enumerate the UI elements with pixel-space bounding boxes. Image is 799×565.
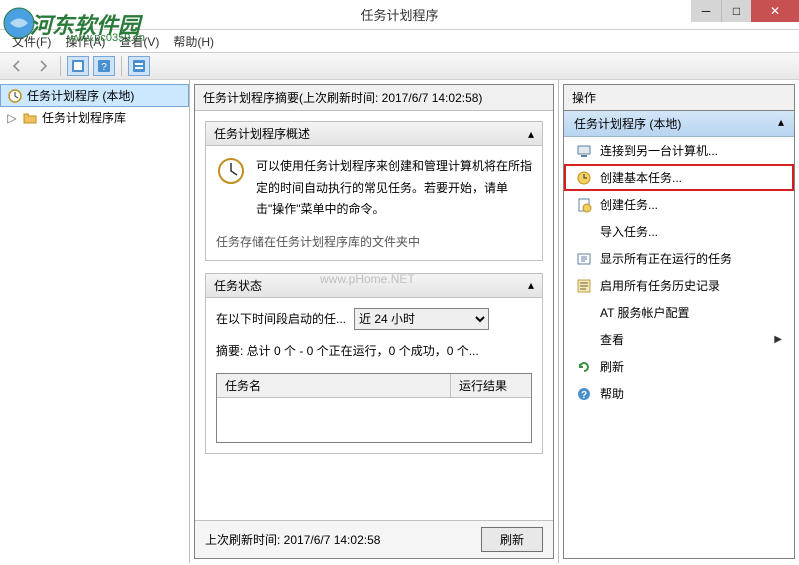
center-pane: 任务计划程序摘要(上次刷新时间: 2017/6/7 14:02:58) 任务计划… bbox=[190, 80, 559, 563]
clock-large-icon bbox=[216, 156, 246, 186]
chevron-up-icon[interactable]: ▴ bbox=[528, 278, 534, 292]
actions-group-title: 任务计划程序 (本地) ▴ bbox=[564, 111, 794, 137]
action-label: 刷新 bbox=[600, 358, 624, 375]
last-refresh-label: 上次刷新时间: 2017/6/7 14:02:58 bbox=[205, 531, 380, 548]
clock-icon bbox=[7, 88, 23, 104]
maximize-button[interactable]: □ bbox=[721, 0, 751, 22]
action-label: 查看 bbox=[600, 331, 624, 348]
view-icon bbox=[576, 332, 592, 348]
center-header: 任务计划程序摘要(上次刷新时间: 2017/6/7 14:02:58) bbox=[195, 85, 553, 111]
account-icon bbox=[576, 305, 592, 321]
menu-help[interactable]: 帮助(H) bbox=[173, 33, 214, 50]
action-label: 创建任务... bbox=[600, 196, 658, 213]
action-show-running[interactable]: 显示所有正在运行的任务 bbox=[564, 245, 794, 272]
window-title: 任务计划程序 bbox=[360, 5, 438, 24]
action-help[interactable]: ? 帮助 bbox=[564, 380, 794, 407]
tree-root[interactable]: 任务计划程序 (本地) bbox=[0, 84, 189, 107]
actions-header: 操作 bbox=[563, 84, 795, 110]
back-button[interactable] bbox=[6, 56, 28, 76]
folder-icon bbox=[22, 110, 38, 126]
task-icon bbox=[576, 197, 592, 213]
task-table: 任务名 运行结果 bbox=[216, 373, 532, 443]
refresh-icon bbox=[576, 359, 592, 375]
action-create-basic-task[interactable]: 创建基本任务... bbox=[564, 164, 794, 191]
action-import-task[interactable]: 导入任务... bbox=[564, 218, 794, 245]
chevron-right-icon: ▶ bbox=[774, 334, 782, 345]
action-refresh[interactable]: 刷新 bbox=[564, 353, 794, 380]
svg-text:?: ? bbox=[581, 390, 587, 401]
left-tree-pane: 任务计划程序 (本地) ▷ 任务计划程序库 bbox=[0, 80, 190, 563]
menu-view[interactable]: 查看(V) bbox=[119, 33, 159, 50]
overview-section: 任务计划程序概述 ▴ 可以使用任务计划程序来创建和管理计算机将在所指定的时间自动… bbox=[205, 121, 543, 261]
titlebar: 任务计划程序 ─ □ ✕ bbox=[0, 0, 799, 30]
action-label: 连接到另一台计算机... bbox=[600, 142, 718, 159]
col-task-name[interactable]: 任务名 bbox=[217, 374, 451, 397]
import-icon bbox=[576, 224, 592, 240]
toolbar: ? bbox=[0, 52, 799, 80]
action-enable-history[interactable]: 启用所有任务历史记录 bbox=[564, 272, 794, 299]
toolbar-btn-1[interactable] bbox=[67, 56, 89, 76]
action-at-account[interactable]: AT 服务帐户配置 bbox=[564, 299, 794, 326]
tree-library[interactable]: ▷ 任务计划程序库 bbox=[0, 107, 189, 128]
minimize-button[interactable]: ─ bbox=[691, 0, 721, 22]
status-summary: 摘要: 总计 0 个 - 0 个正在运行，0 个成功，0 个... bbox=[216, 342, 532, 359]
actions-pane: 操作 任务计划程序 (本地) ▴ 连接到另一台计算机... 创建基本任务... … bbox=[559, 80, 799, 563]
tree-library-label: 任务计划程序库 bbox=[42, 109, 126, 126]
period-select[interactable]: 近 24 小时 bbox=[354, 308, 489, 330]
menu-action[interactable]: 操作(A) bbox=[65, 33, 105, 50]
action-label: 显示所有正在运行的任务 bbox=[600, 250, 732, 267]
toolbar-btn-3[interactable] bbox=[128, 56, 150, 76]
svg-text:?: ? bbox=[101, 62, 107, 73]
history-icon bbox=[576, 278, 592, 294]
chevron-up-icon[interactable]: ▴ bbox=[528, 127, 534, 141]
chevron-up-icon[interactable]: ▴ bbox=[778, 115, 784, 132]
help-icon: ? bbox=[576, 386, 592, 402]
overview-title: 任务计划程序概述 bbox=[214, 125, 310, 142]
expand-icon[interactable]: ▷ bbox=[6, 111, 18, 125]
status-label: 在以下时间段启动的任... bbox=[216, 310, 346, 327]
status-title: 任务状态 bbox=[214, 277, 262, 294]
overview-subtext: 任务存储在任务计划程序库的文件夹中 bbox=[216, 233, 532, 250]
running-icon bbox=[576, 251, 592, 267]
action-view[interactable]: 查看 ▶ bbox=[564, 326, 794, 353]
action-connect[interactable]: 连接到另一台计算机... bbox=[564, 137, 794, 164]
task-basic-icon bbox=[576, 170, 592, 186]
tree-root-label: 任务计划程序 (本地) bbox=[27, 87, 134, 104]
menu-file[interactable]: 文件(F) bbox=[12, 33, 51, 50]
forward-button[interactable] bbox=[32, 56, 54, 76]
toolbar-btn-2[interactable]: ? bbox=[93, 56, 115, 76]
refresh-button[interactable]: 刷新 bbox=[481, 527, 543, 552]
action-label: AT 服务帐户配置 bbox=[600, 304, 690, 321]
action-create-task[interactable]: 创建任务... bbox=[564, 191, 794, 218]
overview-text: 可以使用任务计划程序来创建和管理计算机将在所指定的时间自动执行的常见任务。若要开… bbox=[256, 156, 532, 221]
action-label: 导入任务... bbox=[600, 223, 658, 240]
action-label: 创建基本任务... bbox=[600, 169, 682, 186]
center-footer: 上次刷新时间: 2017/6/7 14:02:58 刷新 bbox=[195, 520, 553, 558]
action-label: 启用所有任务历史记录 bbox=[600, 277, 720, 294]
computer-icon bbox=[576, 143, 592, 159]
action-label: 帮助 bbox=[600, 385, 624, 402]
status-section: 任务状态 ▴ 在以下时间段启动的任... 近 24 小时 摘要: 总计 0 个 … bbox=[205, 273, 543, 454]
close-button[interactable]: ✕ bbox=[751, 0, 799, 22]
menubar: 文件(F) 操作(A) 查看(V) 帮助(H) bbox=[0, 30, 799, 52]
col-result[interactable]: 运行结果 bbox=[451, 374, 531, 397]
